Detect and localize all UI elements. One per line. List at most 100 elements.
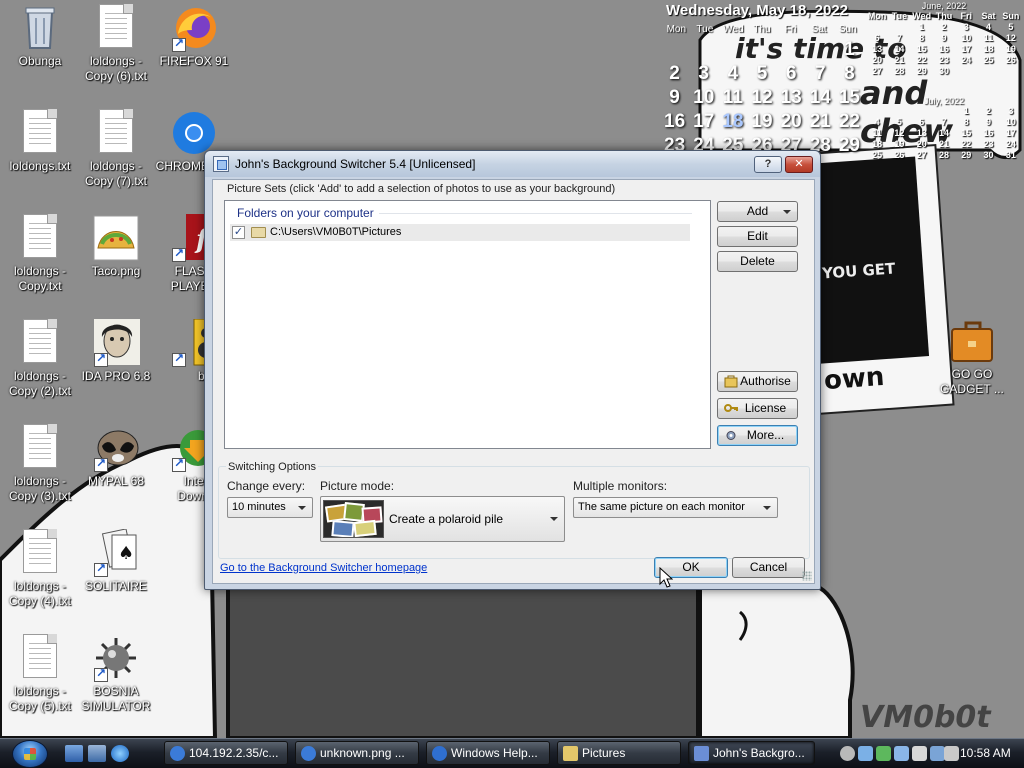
calendar-mini-day: 12 [894, 128, 905, 138]
desktop-icon-loldongs-copy-4[interactable]: loldongs - Copy (4).txt [0, 529, 80, 609]
desktop-icon-loldongs[interactable]: loldongs.txt [0, 109, 80, 174]
dialog-title: John's Background Switcher 5.4 [Unlicens… [235, 157, 476, 171]
calendar-weekday: Thu [753, 24, 771, 35]
calendar-weekday: Sun [838, 24, 857, 35]
calendar-mini-day: 1 [963, 106, 969, 116]
calendar-mini-day: 24 [961, 55, 972, 65]
calendar-mini-day [1000, 66, 1022, 77]
picture-mode-select[interactable]: Create a polaroid pile [320, 496, 565, 542]
calendar-mini-july-grid: 1 2 3 4 5 6 7 8 9 10 11 12 13 14 15 16 17 18 19 20 21 22 23 24 2… [866, 106, 1022, 161]
calendar-day: 16 [664, 111, 686, 132]
calendar-mini-day: 2 [986, 106, 992, 116]
desktop-icon-ida-pro[interactable]: IDA PRO 6.8 [76, 319, 156, 384]
calendar-mini-day: 10 [1005, 117, 1016, 127]
calendar-mini-day: 22 [961, 139, 972, 149]
desktop-icon-go-go-gadget[interactable]: GO GO GADGET ... [932, 317, 1012, 397]
taskbar-item-label: unknown.png ... [320, 746, 405, 760]
desktop-icon-loldongs-copy-7[interactable]: loldongs - Copy (7).txt [76, 109, 156, 189]
change-every-select[interactable]: 10 minutes [227, 497, 313, 518]
desktop-icon-taco[interactable]: Taco.png [76, 214, 156, 279]
desktop-icon-loldongs-copy-5[interactable]: loldongs - Copy (5).txt [0, 634, 80, 714]
calendar-day [806, 38, 835, 62]
multiple-monitors-select[interactable]: The same picture on each monitor [573, 497, 778, 518]
more-button[interactable]: More... [717, 425, 798, 446]
cancel-button[interactable]: Cancel [732, 557, 805, 578]
desktop-icon-bosnia-simulator[interactable]: BOSNIA SIMULATOR [76, 634, 156, 714]
calendar-mini-day [866, 106, 888, 117]
internet-explorer-icon[interactable] [111, 745, 129, 762]
calendar-mini-june: June, 2022 Mon Tue Wed Thu Fri Sat Sun 1 2 3 4 5 6 7 8… [866, 1, 1022, 77]
delete-button[interactable]: Delete [717, 251, 798, 272]
calendar-day: 8 [844, 63, 855, 84]
resize-grip[interactable] [802, 571, 812, 581]
folder-icon [563, 746, 578, 761]
list-item[interactable]: ✓ C:\Users\VM0B0T\Pictures [230, 224, 690, 241]
desktop-icon-solitaire[interactable]: ♠ SOLITAIRE [76, 528, 156, 594]
ida-pro-icon [92, 319, 140, 367]
calendar-month-grid: 1 2 3 4 5 6 7 8 9 10 11 12 13 14 15 16 17 18 19 20 21 22 23 24 2… [660, 38, 864, 158]
show-desktop-icon[interactable] [65, 745, 83, 762]
dialog-title-bar[interactable]: John's Background Switcher 5.4 [Unlicens… [205, 151, 820, 177]
desktop-icon-loldongs-copy[interactable]: loldongs - Copy.txt [0, 214, 80, 294]
desktop-icon-loldongs-copy-3[interactable]: loldongs - Copy (3).txt [0, 424, 80, 504]
calendar-mini-day: 9 [941, 33, 947, 43]
text-file-icon [16, 319, 64, 367]
calendar-mini-day: 20 [872, 55, 883, 65]
calendar-mini-day: 1 [919, 22, 925, 32]
desktop-icon-label: Obunga [18, 54, 62, 68]
taskbar-item-pictures[interactable]: Pictures [557, 741, 681, 765]
taskbar-item-browser-2[interactable]: unknown.png ... [295, 741, 419, 765]
desktop-icon-obunga[interactable]: Obunga [0, 4, 80, 69]
folder-icon [251, 227, 266, 238]
help-button[interactable]: ? [754, 156, 782, 173]
text-file-icon [92, 4, 140, 52]
calendar-mini-day: 11 [872, 128, 882, 138]
chevron-down-icon [783, 210, 791, 214]
calendar-mini-day [955, 66, 977, 77]
homepage-link[interactable]: Go to the Background Switcher homepage [220, 562, 427, 574]
taskbar-item-background-switcher[interactable]: John's Backgro... [688, 741, 815, 765]
picture-sets-list[interactable]: Folders on your computer ✓ C:\Users\VM0B… [224, 200, 711, 449]
start-button[interactable] [12, 740, 48, 768]
taskbar-item-windows-help[interactable]: Windows Help... [426, 741, 550, 765]
folder-checkbox[interactable]: ✓ [232, 226, 245, 239]
shortcut-arrow-icon [94, 351, 108, 367]
tray-security-icon[interactable] [876, 746, 891, 761]
desktop-icon-label: loldongs - Copy (5).txt [8, 684, 71, 713]
calendar-day: 4 [727, 63, 739, 84]
desktop-icon-firefox[interactable]: FIREFOX 91 [154, 4, 234, 69]
close-button[interactable]: ✕ [785, 156, 813, 173]
desktop-icon-mypal[interactable]: MYPAL 68 [76, 424, 156, 489]
calendar-mini-day: 8 [963, 117, 969, 127]
add-button[interactable]: Add [717, 201, 798, 222]
desktop-icon-loldongs-copy-2[interactable]: loldongs - Copy (2).txt [0, 319, 80, 399]
tray-volume-icon[interactable] [912, 746, 927, 761]
taskbar-clock[interactable]: 10:58 AM [960, 746, 1011, 760]
wallpaper-signature: VM0b0t [860, 700, 991, 735]
license-button[interactable]: License [717, 398, 798, 419]
authorise-icon [724, 375, 738, 388]
tray-network-2-icon[interactable] [930, 746, 945, 761]
desktop-icon-label: loldongs - Copy (4).txt [8, 579, 71, 608]
calendar-mini-day: Sun [1002, 11, 1020, 21]
calendar-mini-day: 26 [1005, 55, 1016, 65]
taskbar-item-browser-1[interactable]: 104.192.2.35/c... [164, 741, 288, 765]
shortcut-arrow-icon [94, 456, 108, 472]
authorise-button[interactable]: Authorise [717, 371, 798, 392]
edit-button[interactable]: Edit [717, 226, 798, 247]
calendar-mini-day: 6 [874, 33, 880, 43]
polaroid-pile-preview-icon [323, 500, 384, 538]
calendar-day: 1 [844, 39, 855, 60]
calendar-mini-day: 16 [938, 44, 949, 54]
desktop-icon-loldongs-copy-6[interactable]: loldongs - Copy (6).txt [76, 4, 156, 84]
calendar-mini-day: 29 [961, 150, 972, 160]
calendar-mini-day: 19 [1005, 44, 1016, 54]
tray-app-icon[interactable] [840, 746, 855, 761]
tray-display-icon[interactable] [894, 746, 909, 761]
more-button-label: More... [746, 428, 785, 442]
tray-network-icon[interactable] [858, 746, 873, 761]
tray-volume-2-icon[interactable] [944, 746, 959, 761]
solitaire-cards-icon: ♠ [92, 528, 140, 577]
calendar-day: 21 [809, 111, 831, 132]
switch-windows-icon[interactable] [88, 745, 106, 762]
